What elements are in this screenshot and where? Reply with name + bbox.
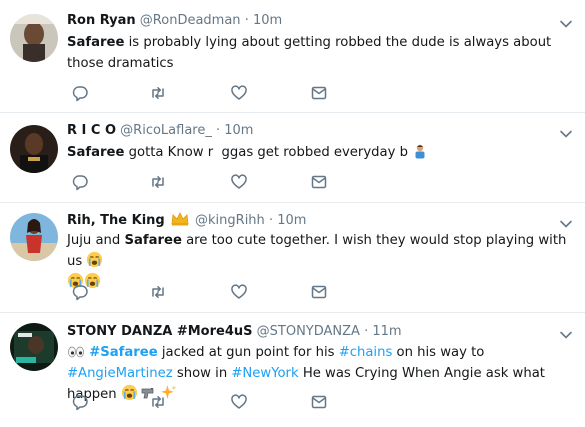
crown-icon [171, 212, 189, 226]
like-button[interactable] [230, 84, 250, 104]
tweet-text: Safaree is probably lying about getting … [67, 32, 582, 74]
text-run: show in [172, 366, 232, 381]
eyes-emoji [68, 346, 84, 358]
reply-button[interactable] [71, 393, 91, 413]
mention-text: Safaree [67, 145, 125, 160]
reply-button[interactable] [71, 173, 91, 193]
heart-icon [231, 284, 247, 299]
tweet-actions [67, 283, 347, 303]
mention-text: Safaree [67, 35, 125, 50]
timestamp[interactable]: 10m [224, 123, 253, 138]
text-run: Juju and [67, 233, 125, 248]
separator-dot: · [268, 213, 274, 228]
man-gesturing-emoji [415, 144, 425, 159]
separator-dot: · [215, 123, 221, 138]
heart-icon [231, 174, 247, 189]
user-name[interactable]: STONY DANZA #More4uS [67, 324, 253, 339]
chevron-down-icon[interactable] [559, 17, 573, 31]
hashtag-link[interactable]: #chains [339, 345, 393, 360]
heart-icon [231, 85, 247, 100]
hashtag-link[interactable]: #AngieMartinez [67, 366, 173, 381]
avatar[interactable] [10, 323, 58, 371]
tweet-actions [67, 393, 347, 413]
timestamp[interactable]: 10m [277, 213, 306, 228]
timestamp[interactable]: 11m [372, 324, 401, 339]
envelope-icon [311, 395, 327, 409]
envelope-icon [311, 285, 327, 299]
retweet-icon [152, 176, 164, 188]
reply-icon [72, 285, 88, 301]
reply-icon [72, 395, 88, 411]
hashtag-link[interactable]: #Safaree [89, 345, 157, 360]
user-name[interactable]: Ron Ryan [67, 13, 136, 28]
text-run: is probably lying about getting robbed t… [67, 35, 552, 71]
retweet-button[interactable] [149, 393, 169, 413]
direct-message-button[interactable] [310, 84, 330, 104]
tweet-header: STONY DANZA #More4uS @STONYDANZA · 11m [67, 323, 402, 341]
separator-dot: · [244, 13, 249, 28]
crying-face-emoji [87, 251, 103, 268]
hashtag-link[interactable]: #NewYork [231, 366, 298, 381]
user-name[interactable]: R I C O [67, 123, 116, 138]
text-run: jacked at gun point for his [157, 345, 339, 360]
reply-button[interactable] [71, 283, 91, 303]
retweet-icon [152, 286, 164, 298]
retweet-button[interactable] [149, 173, 169, 193]
direct-message-button[interactable] [310, 173, 330, 193]
avatar-image [10, 125, 58, 173]
avatar[interactable] [10, 14, 58, 62]
direct-message-button[interactable] [310, 393, 330, 413]
avatar-image [10, 213, 58, 261]
chevron-down-icon[interactable] [559, 217, 573, 231]
like-button[interactable] [230, 173, 250, 193]
tweet-actions [67, 173, 347, 193]
reply-icon [72, 175, 88, 191]
tweet-stony-danza[interactable]: STONY DANZA #More4uS @STONYDANZA · 11m #… [0, 313, 585, 427]
avatar[interactable] [10, 213, 58, 261]
user-handle[interactable]: @STONYDANZA [257, 324, 360, 339]
separator-dot: · [364, 324, 369, 339]
user-handle[interactable]: @RicoLaflare_ [120, 123, 212, 138]
like-button[interactable] [230, 283, 250, 303]
text-run: on his way to [392, 345, 485, 360]
envelope-icon [311, 86, 327, 100]
chevron-down-icon[interactable] [559, 328, 573, 342]
heart-icon [231, 394, 247, 409]
reply-icon [72, 86, 88, 102]
avatar[interactable] [10, 125, 58, 173]
reply-button[interactable] [71, 84, 91, 104]
like-button[interactable] [230, 393, 250, 413]
envelope-icon [311, 175, 327, 189]
retweet-button[interactable] [149, 84, 169, 104]
user-name[interactable]: Rih, The King [67, 213, 165, 228]
retweet-icon [152, 87, 164, 99]
user-handle[interactable]: @kingRihh [195, 213, 265, 228]
tweet-header: R I C O @RicoLaflare_ · 10m [67, 122, 253, 140]
chevron-down-icon[interactable] [559, 127, 573, 141]
direct-message-button[interactable] [310, 283, 330, 303]
retweet-icon [152, 396, 164, 408]
tweet-ron-ryan[interactable]: Ron Ryan @RonDeadman · 10m Safaree is pr… [0, 0, 585, 112]
avatar-image [10, 14, 58, 62]
avatar-image [10, 323, 58, 371]
tweet-header: Ron Ryan @RonDeadman · 10m [67, 12, 282, 30]
tweet-actions [67, 84, 347, 104]
mention-text: Safaree [124, 233, 182, 248]
timestamp[interactable]: 10m [253, 13, 282, 28]
text-run: gotta Know r ggas get robbed everyday b [124, 145, 413, 160]
tweet-text: Safaree gotta Know r ggas get robbed eve… [67, 142, 582, 163]
tweet-header: Rih, The King @kingRihh · 10m [67, 212, 306, 230]
retweet-button[interactable] [149, 283, 169, 303]
hashtag-text: #Safaree [89, 345, 158, 360]
tweet-rih-the-king[interactable]: Rih, The King @kingRihh · 10m Juju and S… [0, 203, 585, 312]
tweet-rico[interactable]: R I C O @RicoLaflare_ · 10m Safaree gott… [0, 113, 585, 202]
user-handle[interactable]: @RonDeadman [140, 13, 241, 28]
